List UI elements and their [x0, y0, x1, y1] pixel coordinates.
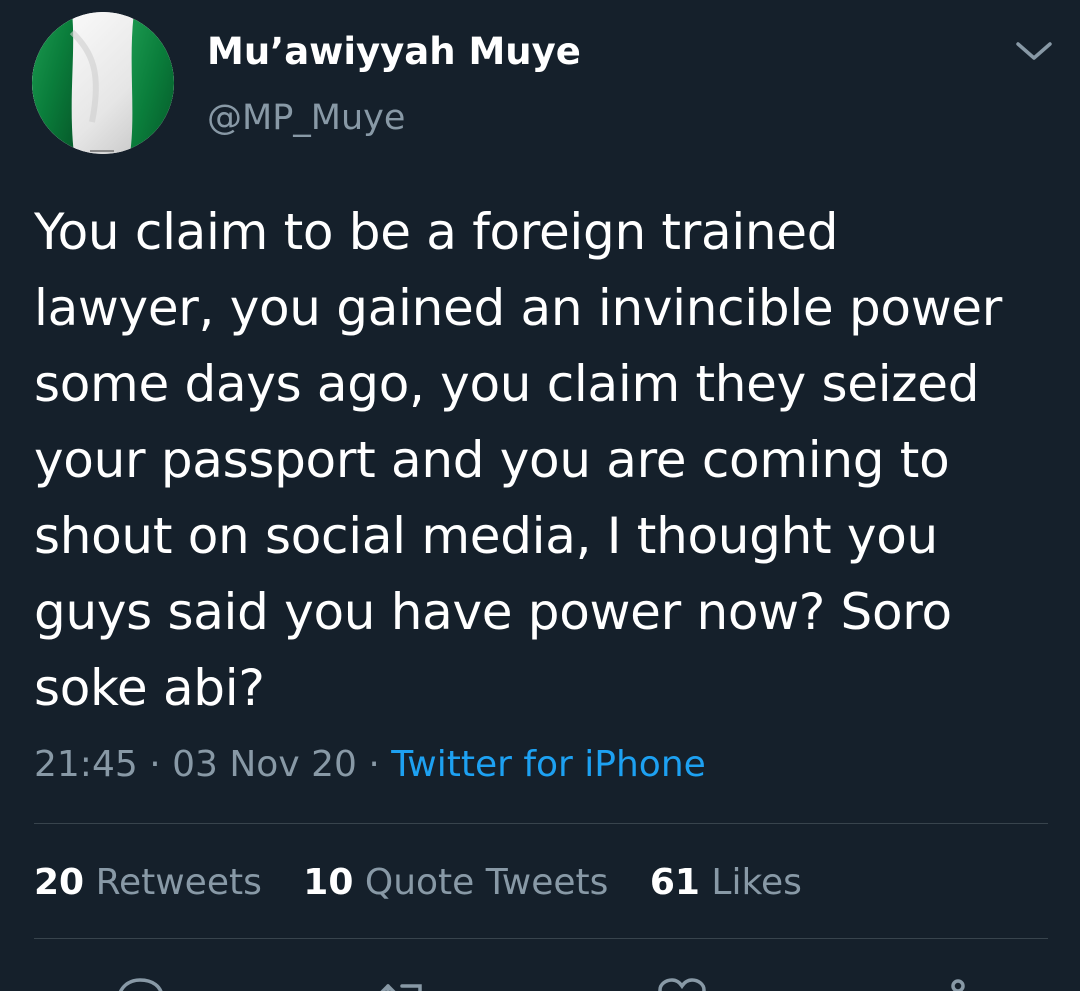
likes-label: Likes: [711, 862, 802, 903]
author-handle[interactable]: @MP_Muye: [207, 94, 405, 142]
tweet-time[interactable]: 21:45: [34, 744, 138, 785]
meta-separator: ·: [149, 744, 161, 785]
tweet-meta: 21:45 · 03 Nov 20 · Twitter for iPhone: [34, 740, 706, 790]
heart-icon[interactable]: [652, 974, 712, 991]
quote-tweets-count: 10: [303, 862, 354, 903]
tweet-source-link[interactable]: Twitter for iPhone: [391, 744, 706, 785]
chevron-down-icon[interactable]: [1012, 34, 1056, 70]
retweets-label: Retweets: [95, 862, 262, 903]
divider: [34, 823, 1048, 824]
quote-tweets-label: Quote Tweets: [364, 862, 609, 903]
meta-separator: ·: [368, 744, 380, 785]
retweet-icon[interactable]: [372, 974, 432, 991]
tweet-actions: [0, 962, 1080, 991]
retweets-stat[interactable]: 20 Retweets: [34, 858, 262, 908]
author-display-name[interactable]: Mu’awiyyah Muye: [207, 28, 581, 76]
tweet-date[interactable]: 03 Nov 20: [172, 744, 357, 785]
nigeria-flag-avatar-icon: [32, 12, 174, 154]
share-icon[interactable]: [928, 974, 988, 991]
quote-tweets-stat[interactable]: 10 Quote Tweets: [303, 858, 608, 908]
tweet-text: You claim to be a foreign trained lawyer…: [34, 203, 1003, 717]
divider: [34, 938, 1048, 939]
tweet-stats: 20 Retweets 10 Quote Tweets 61 Likes: [34, 858, 832, 908]
likes-count: 61: [649, 862, 700, 903]
likes-stat[interactable]: 61 Likes: [650, 858, 802, 908]
reply-icon[interactable]: [110, 974, 170, 991]
avatar[interactable]: [32, 12, 174, 154]
retweets-count: 20: [34, 862, 85, 903]
